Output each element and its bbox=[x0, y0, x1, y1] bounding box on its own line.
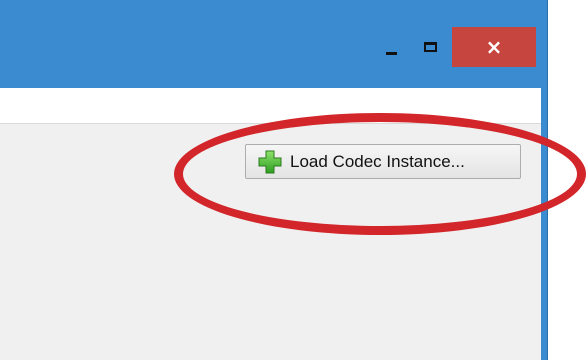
highlight-ellipse bbox=[174, 113, 586, 235]
minimize-icon bbox=[385, 51, 397, 55]
title-bar[interactable]: × bbox=[0, 0, 548, 88]
maximize-icon bbox=[423, 42, 437, 52]
close-icon: × bbox=[485, 35, 503, 59]
close-button[interactable]: × bbox=[452, 27, 536, 67]
minimize-button[interactable] bbox=[373, 27, 409, 67]
maximize-button[interactable] bbox=[412, 27, 448, 67]
